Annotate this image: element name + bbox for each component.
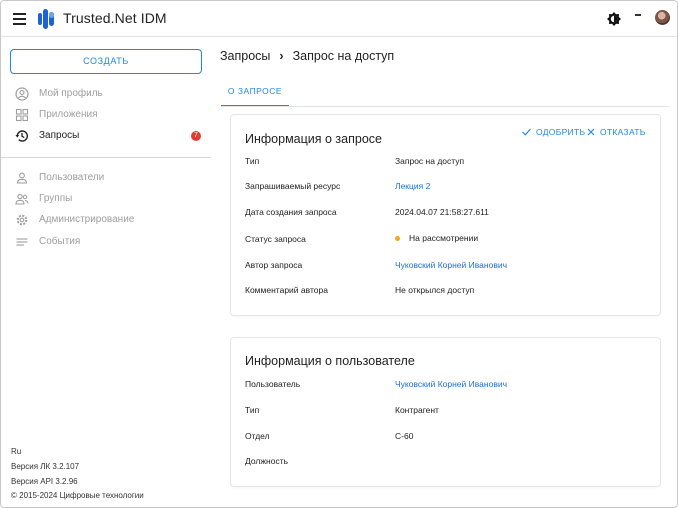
check-icon xyxy=(522,128,531,136)
group-icon xyxy=(15,193,29,205)
field-label-resource: Запрашиваемый ресурс xyxy=(245,181,341,191)
app-title: Trusted.Net IDM xyxy=(63,10,167,26)
apps-icon xyxy=(15,108,29,122)
sidebar-item-groups[interactable]: Группы xyxy=(1,189,211,209)
author-link[interactable]: Чуковский Корней Иванович xyxy=(395,260,507,270)
status-value: На рассмотрении xyxy=(409,233,479,243)
user-info-title: Информация о пользователе xyxy=(245,354,415,368)
sidebar-item-apps[interactable]: Приложения xyxy=(1,105,211,125)
sidebar: СОЗДАТЬ Мой профиль Приложения Запросы 7… xyxy=(1,38,211,507)
version-lk: Версия ЛК 3.2.107 xyxy=(11,462,80,471)
status-pending-icon xyxy=(395,236,400,241)
copyright: © 2015-2024 Цифровые технологии xyxy=(11,491,144,500)
requests-count-badge: 7 xyxy=(191,131,201,141)
sidebar-item-profile[interactable]: Мой профиль xyxy=(1,84,211,104)
language-switch[interactable]: Ru xyxy=(11,447,21,456)
tabs-underline xyxy=(221,106,669,107)
request-info-card: Информация о запросе ОДОБРИТЬ ОТКАЗАТЬ Т… xyxy=(230,114,661,316)
tab-about-request[interactable]: О ЗАПРОСЕ xyxy=(221,81,289,107)
reject-button[interactable]: ОТКАЗАТЬ xyxy=(587,127,646,137)
field-value-comment: Не открылся доступ xyxy=(395,285,475,295)
field-value-department: С-60 xyxy=(395,431,414,441)
settings-icon xyxy=(16,214,28,226)
field-value-user-type: Контрагент xyxy=(395,405,439,415)
approve-label: ОДОБРИТЬ xyxy=(536,127,586,137)
user-info-card: Информация о пользователе Пользователь Ч… xyxy=(230,337,661,487)
close-icon xyxy=(587,128,595,136)
request-info-title: Информация о запросе xyxy=(245,132,382,146)
sidebar-item-requests[interactable]: Запросы 7 xyxy=(1,126,211,146)
sidebar-item-label: Приложения xyxy=(39,109,98,120)
approve-button[interactable]: ОДОБРИТЬ xyxy=(522,127,585,137)
resource-link[interactable]: Лекция 2 xyxy=(395,181,430,191)
breadcrumb-current: Запрос на доступ xyxy=(292,49,395,63)
top-app-bar: Trusted.Net IDM xyxy=(1,1,677,37)
sidebar-item-events[interactable]: События xyxy=(1,232,211,252)
field-label-department: Отдел xyxy=(245,431,270,441)
user-link[interactable]: Чуковский Корней Иванович xyxy=(395,379,507,389)
field-label-author: Автор запроса xyxy=(245,260,303,270)
app-window: Trusted.Net IDM СОЗДАТЬ Мой профиль Прил… xyxy=(0,0,678,508)
field-label-position: Должность xyxy=(245,456,289,466)
sidebar-item-label: Пользователи xyxy=(39,172,105,183)
field-label-status: Статус запроса xyxy=(245,234,306,244)
field-value-type: Запрос на доступ xyxy=(395,156,465,166)
sidebar-item-administration[interactable]: Администрирование xyxy=(1,210,211,230)
field-label-user-type: Тип xyxy=(245,405,260,415)
field-label-comment: Комментарий автора xyxy=(245,285,328,295)
history-icon xyxy=(15,130,28,142)
sidebar-item-label: Группы xyxy=(39,193,73,204)
field-label-created: Дата создания запроса xyxy=(245,207,337,217)
events-icon xyxy=(16,238,28,246)
reject-label: ОТКАЗАТЬ xyxy=(600,127,646,137)
field-label-type: Тип xyxy=(245,156,260,166)
sidebar-item-label: Запросы xyxy=(39,130,80,141)
field-label-user: Пользователь xyxy=(245,379,301,389)
sidebar-divider xyxy=(1,157,211,158)
user-icon xyxy=(16,172,28,184)
field-value-created: 2024.04.07 21:58:27.611 xyxy=(395,207,489,217)
avatar[interactable] xyxy=(655,10,670,25)
breadcrumb-separator-icon: › xyxy=(279,49,284,63)
notification-icon[interactable] xyxy=(633,11,643,21)
profile-icon xyxy=(15,87,29,101)
sidebar-item-label: Мой профиль xyxy=(39,88,103,99)
sidebar-item-users[interactable]: Пользователи xyxy=(1,168,211,188)
create-button[interactable]: СОЗДАТЬ xyxy=(10,49,202,74)
sidebar-item-label: События xyxy=(39,236,81,247)
breadcrumb: Запросы › Запрос на доступ xyxy=(220,49,394,63)
theme-toggle-icon[interactable] xyxy=(607,12,621,26)
breadcrumb-parent[interactable]: Запросы xyxy=(220,49,270,63)
menu-icon[interactable] xyxy=(13,13,26,25)
version-api: Версия API 3.2.96 xyxy=(11,477,78,486)
logo-icon xyxy=(38,9,54,29)
sidebar-item-label: Администрирование xyxy=(39,214,135,225)
